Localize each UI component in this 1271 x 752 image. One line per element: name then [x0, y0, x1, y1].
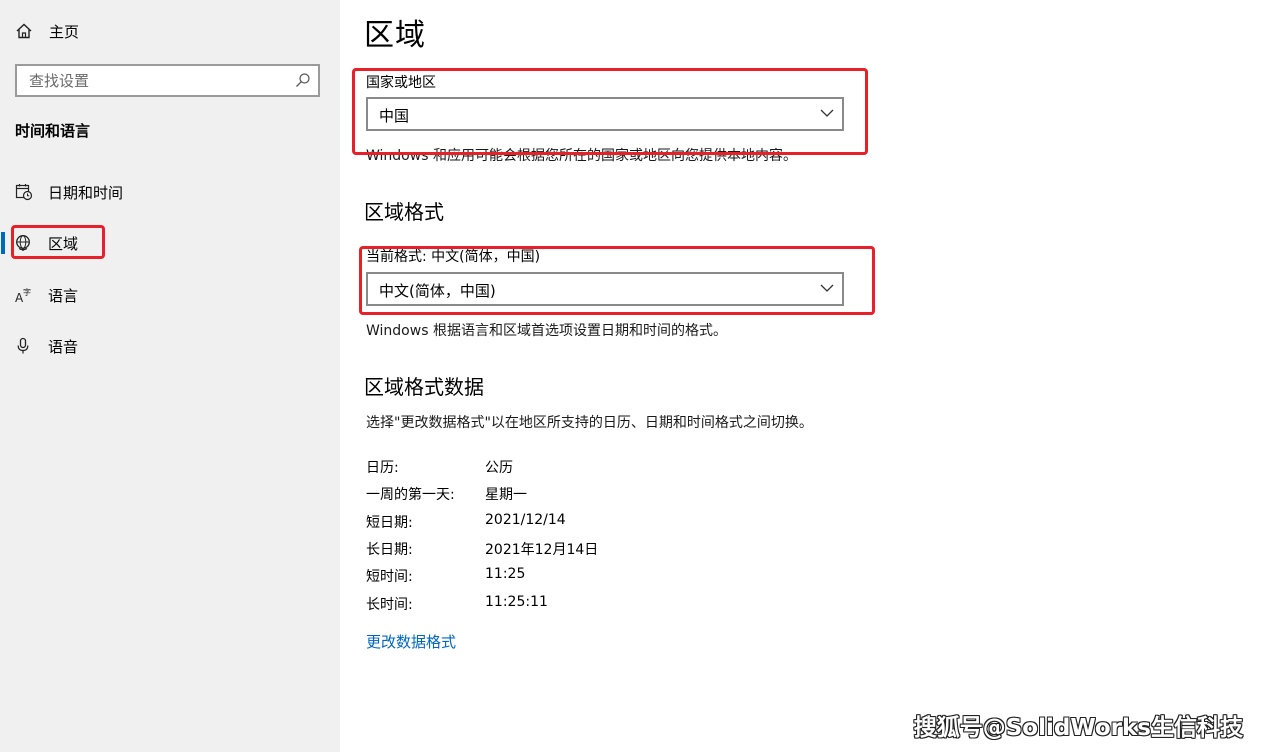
format-data-key: 短时间: [366, 569, 413, 585]
sidebar-section-title: 时间和语言 [15, 122, 91, 140]
sidebar-item-label: 语言 [48, 287, 79, 305]
calendar-clock-icon [15, 184, 33, 201]
sidebar-item-region[interactable]: 区域 [0, 223, 340, 263]
nav-home[interactable]: 主页 [0, 12, 340, 50]
format-data-key: 长时间: [366, 597, 413, 613]
search-icon[interactable] [295, 72, 311, 88]
format-data-key: 日历: [366, 460, 399, 476]
format-data-row: 短时间: 11:25 [366, 566, 766, 588]
svg-text:字: 字 [23, 287, 31, 297]
country-description: Windows 和应用可能会根据您所在的国家或地区向您提供本地内容。 [366, 148, 797, 164]
globe-icon [16, 235, 30, 251]
format-data-row: 一周的第一天: 星期一 [366, 484, 766, 506]
format-data-key: 短日期: [366, 515, 413, 531]
sidebar-item-speech[interactable]: 语音 [0, 326, 340, 366]
format-data-value: 星期一 [485, 487, 527, 503]
language-icon: A 字 [15, 287, 31, 304]
format-data-row: 短日期: 2021/12/14 [366, 512, 766, 534]
selected-indicator [1, 232, 5, 254]
format-data-value: 11:25:11 [485, 594, 548, 610]
format-data-value: 2021/12/14 [485, 512, 566, 528]
page-title: 区域 [364, 18, 426, 53]
chevron-down-icon [820, 109, 834, 117]
format-data-row: 日历: 公历 [366, 457, 766, 479]
format-data-row: 长日期: 2021年12月14日 [366, 539, 766, 561]
sidebar-item-language[interactable]: A 字 语言 [0, 275, 340, 315]
watermark: 搜狐号@SolidWorks生信科技 [913, 715, 1243, 741]
format-dropdown-value: 中文(简体，中国) [379, 282, 496, 300]
sidebar-item-date-time[interactable]: 日期和时间 [0, 172, 340, 212]
country-dropdown[interactable]: 中国 [366, 97, 844, 131]
chevron-down-icon [820, 284, 834, 292]
settings-window: 主页 时间和语言 日期和时间 [0, 0, 1271, 752]
format-dropdown[interactable]: 中文(简体，中国) [366, 272, 844, 306]
search-input[interactable] [17, 66, 297, 95]
format-data-row: 长时间: 11:25:11 [366, 594, 766, 616]
search-box [15, 64, 320, 97]
nav-home-label: 主页 [49, 23, 80, 41]
change-data-format-link[interactable]: 更改数据格式 [366, 631, 456, 652]
format-data-value: 公历 [485, 460, 513, 476]
format-heading: 区域格式 [364, 200, 444, 224]
format-description: Windows 根据语言和区域首选项设置日期和时间的格式。 [366, 323, 727, 339]
format-label: 当前格式: 中文(简体，中国) [366, 249, 541, 265]
format-data-description: 选择"更改数据格式"以在地区所支持的日历、日期和时间格式之间切换。 [366, 415, 813, 431]
country-label: 国家或地区 [366, 75, 436, 91]
microphone-icon [17, 337, 29, 354]
sidebar-item-label: 区域 [48, 235, 79, 253]
sidebar-item-label: 语音 [48, 338, 79, 356]
sidebar-item-label: 日期和时间 [48, 184, 124, 202]
format-data-key: 一周的第一天: [366, 487, 455, 503]
country-dropdown-value: 中国 [379, 107, 410, 125]
sidebar: 主页 时间和语言 日期和时间 [0, 0, 340, 752]
home-icon [16, 23, 32, 39]
format-data-value: 2021年12月14日 [485, 542, 599, 558]
format-data-value: 11:25 [485, 566, 526, 582]
format-data-key: 长日期: [366, 542, 413, 558]
format-data-heading: 区域格式数据 [364, 375, 484, 399]
